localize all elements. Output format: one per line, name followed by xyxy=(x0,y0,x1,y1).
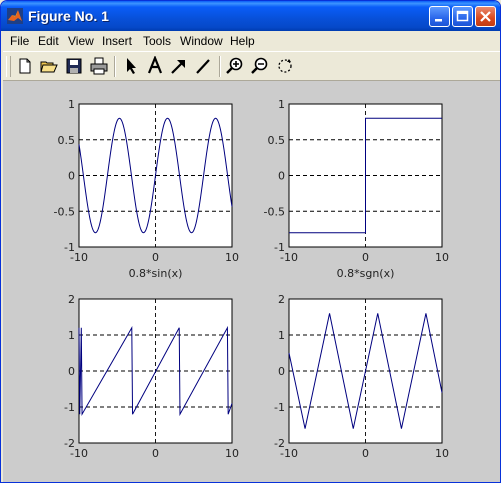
y-tick-label: 2 xyxy=(68,293,75,306)
subplot-4: -10 0 10210-1-2 xyxy=(274,293,449,460)
y-tick-label: 0 xyxy=(68,365,75,378)
maximize-icon xyxy=(456,10,469,22)
matlab-logo-icon xyxy=(7,8,23,24)
rotate-3d-icon[interactable] xyxy=(275,56,295,76)
y-tick-label: -1 xyxy=(64,401,75,414)
x-tick-label: 0 xyxy=(152,447,159,460)
menu-bar: File Edit View Insert Tools Window Help xyxy=(3,31,500,50)
insert-arrow-icon[interactable] xyxy=(169,56,189,76)
minimize-button[interactable] xyxy=(429,6,450,27)
menu-view[interactable]: View xyxy=(68,34,94,48)
y-tick-label: 1 xyxy=(278,98,285,111)
y-tick-label: 0 xyxy=(278,365,285,378)
x-axis-label: 0.8*sin(x) xyxy=(129,267,183,280)
y-tick-label: 1 xyxy=(68,98,75,111)
y-tick-label: -1 xyxy=(274,241,285,254)
toolbar-separator xyxy=(219,56,221,77)
menu-file[interactable]: File xyxy=(10,34,29,48)
insert-line-icon[interactable] xyxy=(193,56,213,76)
y-tick-label: 1 xyxy=(278,329,285,342)
x-tick-label: 0 xyxy=(362,251,369,264)
subplot-2: -10 0 1010.50-0.5-10.8*sgn(x) xyxy=(264,98,449,280)
x-tick-label: 10 xyxy=(435,447,449,460)
menu-window[interactable]: Window xyxy=(180,34,223,48)
y-tick-label: -2 xyxy=(274,437,285,450)
close-button[interactable] xyxy=(475,6,496,27)
subplot-3: -10 0 10210-1-2 xyxy=(64,293,239,460)
title-bar[interactable]: Figure No. 1 xyxy=(1,1,500,31)
new-figure-icon[interactable] xyxy=(15,56,35,76)
y-tick-label: 0 xyxy=(68,170,75,183)
figure-canvas: -10 0 10 1 0.5 0 -0.5 -1 0.8*sin(x) -10 0 10 1 0.5 0 -0… xyxy=(3,81,500,482)
menu-insert[interactable]: Insert xyxy=(102,34,132,48)
subplot-1: -10 0 1010.50-0.5-10.8*sin(x) xyxy=(54,98,239,280)
toolbar-separator xyxy=(114,56,116,77)
x-tick-label: 10 xyxy=(435,251,449,264)
x-tick-label: 10 xyxy=(225,447,239,460)
y-tick-label: -1 xyxy=(64,241,75,254)
y-tick-label: 2 xyxy=(278,293,285,306)
toolbar xyxy=(3,51,500,81)
x-tick-label: 10 xyxy=(225,251,239,264)
x-tick-label: 0 xyxy=(152,251,159,264)
y-tick-label: -0.5 xyxy=(264,205,285,218)
close-icon xyxy=(480,11,491,22)
menu-help[interactable]: Help xyxy=(230,34,255,48)
figure-window: Figure No. 1 File Edit View Insert Tools… xyxy=(0,0,501,483)
y-tick-label: 0.5 xyxy=(58,134,76,147)
x-axis-label: 0.8*sgn(x) xyxy=(337,267,395,280)
save-icon[interactable] xyxy=(64,56,84,76)
subplot-area: -10 0 1010.50-0.5-10.8*sin(x)-10 0 1010.50-0… xyxy=(54,98,449,460)
maximize-button[interactable] xyxy=(452,6,473,27)
toolbar-grip[interactable] xyxy=(6,56,11,77)
menu-tools[interactable]: Tools xyxy=(143,34,171,48)
open-file-icon[interactable] xyxy=(39,56,59,76)
zoom-out-icon[interactable] xyxy=(250,56,270,76)
window-title: Figure No. 1 xyxy=(28,8,109,24)
y-tick-label: -2 xyxy=(64,437,75,450)
y-tick-label: -0.5 xyxy=(54,205,75,218)
insert-text-icon[interactable] xyxy=(145,56,165,76)
print-icon[interactable] xyxy=(89,56,109,76)
minimize-icon xyxy=(435,19,442,22)
x-tick-label: 0 xyxy=(362,447,369,460)
select-arrow-icon[interactable] xyxy=(121,56,141,76)
y-tick-label: 0.5 xyxy=(268,134,286,147)
y-tick-label: 1 xyxy=(68,329,75,342)
zoom-in-icon[interactable] xyxy=(225,56,245,76)
y-tick-label: 0 xyxy=(278,170,285,183)
y-tick-label: -1 xyxy=(274,401,285,414)
menu-edit[interactable]: Edit xyxy=(38,34,59,48)
